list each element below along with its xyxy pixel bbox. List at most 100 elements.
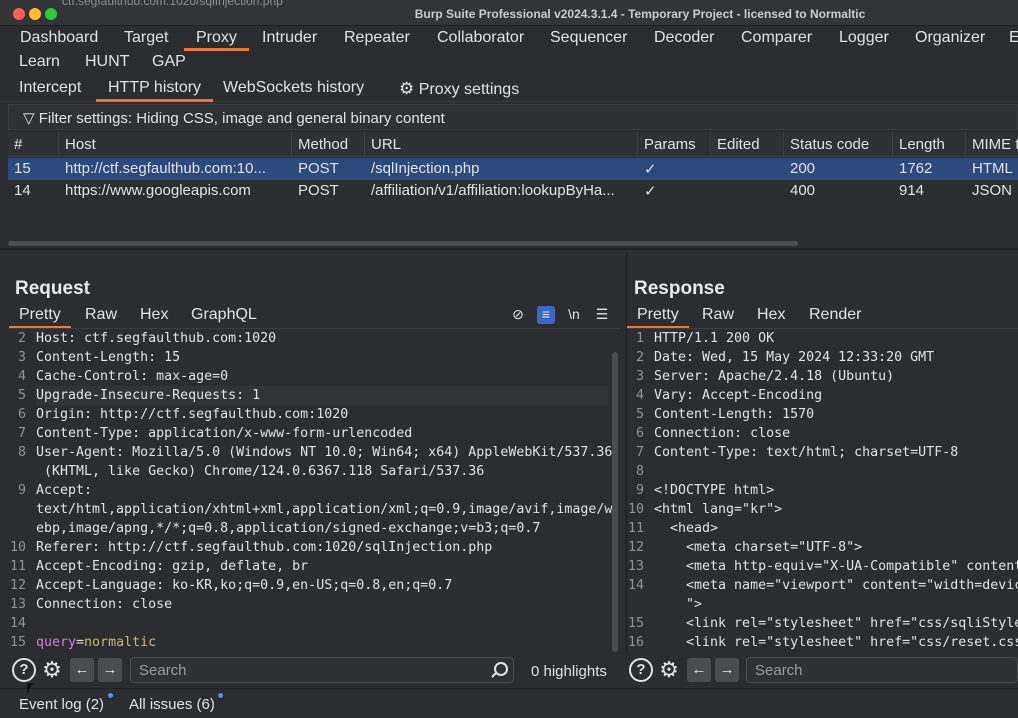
word-wrap-icon[interactable]: ≡: [537, 306, 555, 324]
tab-extensions[interactable]: E: [1009, 29, 1018, 47]
col-header-params[interactable]: Params: [638, 133, 711, 157]
table-row[interactable]: 15 http://ctf.segfaulthub.com:10... POST…: [8, 158, 1018, 180]
tab-sequencer[interactable]: Sequencer: [550, 29, 627, 47]
next-arrow-icon[interactable]: →: [98, 658, 122, 682]
help-icon[interactable]: ?: [629, 658, 653, 682]
tab-gap[interactable]: GAP: [152, 53, 186, 71]
code-line: User-Agent: Mozilla/5.0 (Windows NT 10.0…: [36, 445, 613, 460]
all-issues-button[interactable]: All issues (6): [129, 696, 215, 713]
line-number: 8: [635, 464, 644, 479]
col-header-edited[interactable]: Edited: [711, 133, 784, 157]
response-editor[interactable]: 1 HTTP/1.1 200 OK 2 Date: Wed, 15 May 2024 …: [627, 329, 1018, 652]
proxy-settings-button[interactable]: ⚙ Proxy settings: [399, 79, 519, 99]
tab-dashboard[interactable]: Dashboard: [20, 29, 98, 47]
code-line: <html lang="kr">: [654, 502, 783, 517]
highlights-count: 0 highlights: [531, 663, 607, 680]
tab-decoder[interactable]: Decoder: [654, 29, 714, 47]
filter-icon: ▽: [23, 110, 35, 127]
tab-learn[interactable]: Learn: [19, 53, 60, 71]
title-bar: ctf.segfaulthub.com:1020/sqlInjection.ph…: [0, 0, 1018, 26]
tab-repeater[interactable]: Repeater: [344, 29, 410, 47]
window-title: Burp Suite Professional v2024.3.1.4 - Te…: [414, 7, 866, 21]
proxy-settings-label: Proxy settings: [418, 81, 520, 98]
newline-toggle[interactable]: \n: [565, 306, 583, 324]
code-line: <meta http-equiv="X-UA-Compatible" conte…: [654, 559, 1018, 574]
table-divider[interactable]: [0, 248, 1018, 250]
row-params-check: ✓: [644, 183, 657, 200]
tab-collaborator[interactable]: Collaborator: [437, 29, 524, 47]
line-number: 15: [627, 616, 644, 631]
request-tab-pretty[interactable]: Pretty: [9, 306, 71, 328]
request-tab-raw[interactable]: Raw: [85, 306, 117, 324]
request-tab-graphql[interactable]: GraphQL: [191, 306, 257, 324]
event-log-button[interactable]: Event log (2): [19, 696, 104, 713]
request-tab-hex[interactable]: Hex: [140, 306, 168, 324]
line-number: 9: [635, 483, 644, 498]
next-arrow-icon[interactable]: →: [715, 658, 739, 682]
tab-target[interactable]: Target: [124, 29, 168, 47]
hide-nonprintable-icon[interactable]: ⊘: [509, 306, 527, 324]
request-editor[interactable]: 2 Host: ctf.segfaulthub.com:1020 3 Content-…: [8, 329, 620, 652]
help-icon[interactable]: ?: [12, 658, 36, 682]
code-line: Date: Wed, 15 May 2024 12:33:20 GMT: [654, 350, 935, 365]
row-status-code: 400: [790, 182, 816, 199]
line-number: 3: [17, 350, 26, 365]
line-number: 4: [17, 369, 26, 384]
proxy-sub-tab-bar: Intercept HTTP history WebSockets histor…: [0, 74, 1018, 102]
row-method: POST: [298, 182, 339, 199]
table-horizontal-scrollbar[interactable]: [8, 241, 798, 246]
tab-logger[interactable]: Logger: [839, 29, 889, 47]
menu-icon[interactable]: ☰: [593, 306, 611, 324]
col-header-status-code[interactable]: Status code: [784, 133, 893, 157]
line-number: 14: [627, 578, 644, 593]
filter-settings-bar[interactable]: ▽ Filter settings: Hiding CSS, image and…: [8, 104, 1018, 130]
table-header-row: # Host Method URL Params Edited Status c…: [8, 133, 1018, 157]
previous-arrow-icon[interactable]: ←: [70, 658, 94, 682]
row-mime: HTML: [972, 160, 1013, 177]
code-line: Content-Length: 1570: [654, 407, 815, 422]
row-mime: JSON: [972, 182, 1013, 199]
event-log-indicator: [108, 693, 113, 698]
line-number: 10: [627, 502, 644, 517]
row-length: 1762: [899, 160, 933, 177]
col-header-length[interactable]: Length: [893, 133, 966, 157]
col-header-mime[interactable]: MIME ty: [966, 133, 1018, 157]
code-line: Accept-Encoding: gzip, deflate, br: [36, 559, 309, 574]
tab-comparer[interactable]: Comparer: [741, 29, 812, 47]
request-vertical-scrollbar[interactable]: [612, 352, 618, 652]
code-line: <!DOCTYPE html>: [654, 483, 775, 498]
gear-icon[interactable]: ⚙: [40, 658, 64, 682]
gear-icon[interactable]: ⚙: [657, 658, 681, 682]
code-line: Upgrade-Insecure-Requests: 1: [36, 386, 608, 405]
code-line: Content-Type: text/html; charset=UTF-8: [654, 445, 959, 460]
tab-hunt[interactable]: HUNT: [85, 53, 129, 71]
line-number: 12: [627, 540, 644, 555]
previous-arrow-icon[interactable]: ←: [687, 658, 711, 682]
line-number: 2: [635, 350, 644, 365]
request-search-input[interactable]: Search: [130, 657, 514, 683]
code-line: Content-Type: application/x-www-form-url…: [36, 426, 413, 441]
response-tab-hex[interactable]: Hex: [757, 306, 785, 324]
response-tab-pretty[interactable]: Pretty: [627, 306, 689, 328]
response-tab-raw[interactable]: Raw: [702, 306, 734, 324]
col-header-url[interactable]: URL: [365, 133, 638, 157]
col-header-method[interactable]: Method: [292, 133, 365, 157]
request-title: Request: [15, 278, 90, 299]
tab-intruder[interactable]: Intruder: [262, 29, 317, 47]
col-header-host[interactable]: Host: [59, 133, 292, 157]
response-tab-render[interactable]: Render: [809, 306, 861, 324]
table-row[interactable]: 14 https://www.googleapis.com POST /affi…: [8, 180, 1018, 202]
tab-organizer[interactable]: Organizer: [915, 29, 985, 47]
response-pane: Response Pretty Raw Hex Render 1 HTTP/1.1…: [626, 252, 1018, 652]
row-host: https://www.googleapis.com: [65, 182, 251, 199]
subtab-http-history[interactable]: HTTP history: [95, 79, 214, 102]
line-number: 15: [9, 635, 26, 650]
row-status-code: 200: [790, 160, 816, 177]
response-search-input[interactable]: Search: [746, 657, 1018, 683]
col-header-number[interactable]: #: [8, 133, 59, 157]
subtab-websockets-history[interactable]: WebSockets history: [223, 79, 364, 97]
tab-proxy[interactable]: Proxy: [184, 29, 249, 51]
subtab-intercept[interactable]: Intercept: [19, 79, 81, 97]
code-line: Connection: close: [654, 426, 791, 441]
line-number: 13: [9, 597, 26, 612]
